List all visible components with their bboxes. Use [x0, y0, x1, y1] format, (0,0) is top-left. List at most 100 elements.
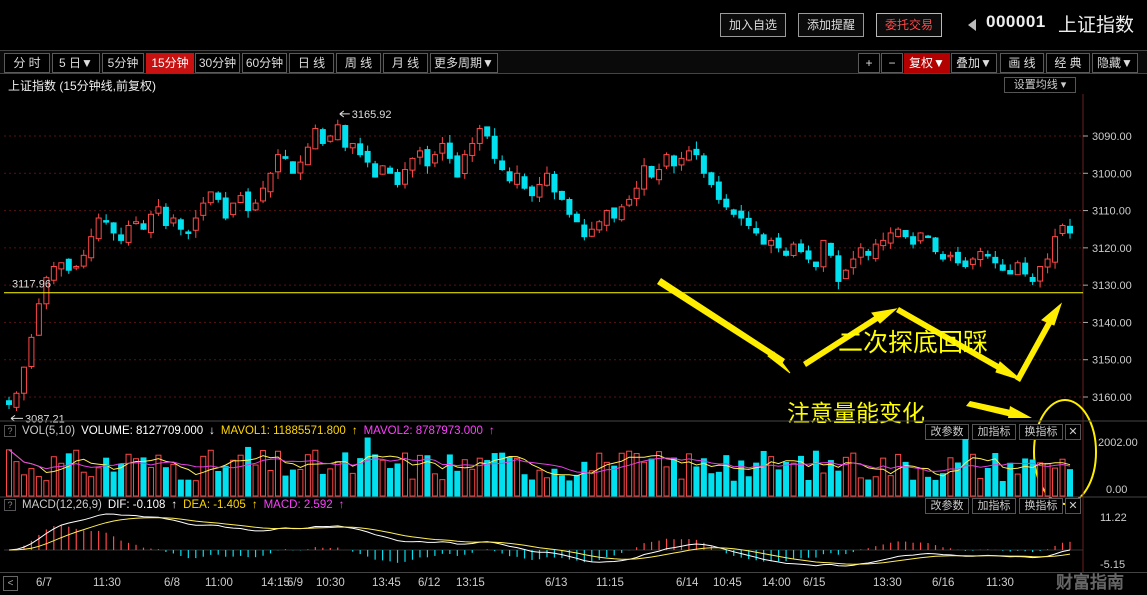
support-line-label: 3117.96 [12, 279, 51, 291]
volume-bar [185, 479, 192, 497]
volume-bar [850, 452, 857, 497]
volume-bar [633, 453, 640, 497]
volume-bar [446, 454, 453, 497]
period-tab-5day[interactable]: 5 日▼ [52, 53, 100, 73]
candle-down [1067, 225, 1073, 234]
candle-down [693, 148, 700, 156]
period-tab-15min[interactable]: 15分钟 [146, 53, 194, 73]
add-watchlist-button[interactable]: 加入自选 [720, 13, 786, 37]
candle-down [932, 237, 939, 253]
candle-up [842, 269, 849, 280]
period-tab-monthly[interactable]: 月 线 [383, 53, 428, 73]
volume-bar [20, 474, 27, 497]
hide-dropdown[interactable]: 隐藏▼ [1092, 53, 1138, 73]
candle-up [125, 224, 132, 243]
period-tab-5min[interactable]: 5分钟 [102, 53, 144, 73]
period-tab-60min[interactable]: 60分钟 [242, 53, 287, 73]
volume-bar [536, 469, 543, 497]
overlay-dropdown[interactable]: 叠加▼ [951, 53, 997, 73]
period-tab-intraday[interactable]: 分 时 [4, 53, 50, 73]
time-axis-label: 10:45 [713, 577, 742, 589]
candle-down [1022, 262, 1029, 275]
period-tab-more[interactable]: 更多周期▼ [430, 53, 498, 73]
volume-bar [170, 463, 177, 497]
candle-up [88, 236, 95, 259]
period-tab-30min[interactable]: 30分钟 [195, 53, 240, 73]
time-axis: < 6/7 11:30 6/8 11:00 14:15 6/9 10:30 13:45 6/12… [0, 572, 1147, 595]
volume-bar [73, 449, 80, 497]
candle-up [147, 213, 154, 234]
candle-up [514, 172, 521, 185]
candle-up [334, 124, 341, 141]
candle-up [596, 221, 603, 231]
stock-name: 上证指数 [1058, 15, 1135, 36]
candle-down [446, 142, 453, 159]
candle-up [685, 150, 692, 161]
volume-axis-top: 2002.00 [1098, 437, 1138, 449]
volume-bar [573, 474, 580, 497]
time-axis-label: 6/7 [36, 577, 52, 589]
candle-up [1014, 262, 1021, 276]
candle-up [13, 392, 20, 408]
time-axis-label: 6/16 [932, 577, 955, 589]
volume-bar [334, 460, 341, 497]
macd-chart[interactable]: 11.22 -5.15 [0, 496, 1147, 572]
trade-button[interactable]: 委托交易 [876, 13, 942, 37]
volume-bar [110, 471, 117, 497]
candle-down [700, 155, 707, 174]
volume-bar [342, 452, 349, 497]
candle-up [603, 210, 610, 226]
high-arrow-icon [339, 110, 350, 118]
candle-down [827, 242, 834, 256]
zoom-in-button[interactable]: + [858, 53, 880, 73]
price-chart[interactable]: 3160.00 3150.00 3140.00 3130.00 3120.00 3110.… [0, 94, 1147, 424]
candle-up [1052, 236, 1059, 263]
volume-bar [1044, 462, 1051, 497]
volume-bar [663, 466, 670, 497]
volume-bar [551, 468, 558, 497]
volume-bar [932, 479, 939, 497]
volume-bar [177, 479, 184, 497]
volume-bar [895, 453, 902, 497]
set-ma-button[interactable]: 设置均线 ▾ [1004, 77, 1076, 93]
candle-up [20, 366, 27, 394]
volume-bar [80, 471, 87, 497]
volume-bar [215, 470, 222, 497]
candle-down [962, 260, 969, 267]
zoom-out-button[interactable]: − [881, 53, 903, 73]
candle-up [872, 243, 879, 260]
candle-up [50, 266, 57, 281]
candle-down [6, 400, 12, 405]
top-toolbar: 加入自选 添加提醒 委托交易 000001 上证指数 [0, 0, 1147, 48]
candle-down [394, 172, 401, 185]
volume-bar [409, 478, 416, 497]
back-arrow-icon[interactable] [968, 19, 976, 31]
volume-bar [147, 467, 154, 497]
volume-bar [1037, 462, 1044, 497]
candle-up [439, 142, 446, 154]
volume-chart[interactable]: 2002.00 0.00 [0, 418, 1147, 498]
candle-down [521, 176, 528, 189]
classic-button[interactable]: 经 典 [1046, 53, 1090, 73]
candle-up [230, 202, 237, 216]
price-tick-label: 3120.00 [1092, 243, 1132, 255]
candle-down [999, 264, 1006, 271]
candle-down [805, 250, 812, 260]
candle-down [289, 161, 296, 174]
candle-down [812, 261, 819, 267]
candle-down [110, 222, 117, 234]
add-alert-button[interactable]: 添加提醒 [798, 13, 864, 37]
candle-down [566, 198, 573, 215]
adjust-right-dropdown[interactable]: 复权▼ [904, 53, 950, 73]
candle-down [648, 165, 655, 178]
candle-up [260, 187, 267, 202]
scroll-left-icon[interactable]: < [3, 576, 18, 591]
period-tab-daily[interactable]: 日 线 [289, 53, 334, 73]
period-tab-weekly[interactable]: 周 线 [336, 53, 381, 73]
draw-line-button[interactable]: 画 线 [1000, 53, 1044, 73]
volume-bar [162, 467, 169, 497]
volume-bar [880, 457, 887, 497]
candle-up [768, 239, 775, 246]
candle-up [402, 169, 409, 185]
candles [6, 119, 1073, 411]
